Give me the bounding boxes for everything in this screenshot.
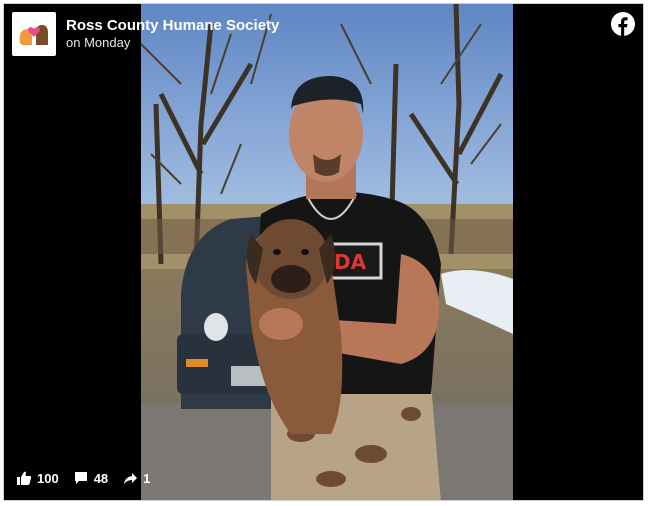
photo-illustration: RA DA (141, 4, 513, 500)
facebook-logo-icon[interactable] (611, 12, 635, 36)
share-arrow-icon (124, 473, 138, 484)
post-header: Ross County Humane Society on Monday (12, 12, 279, 56)
shares-stat[interactable]: 1 (122, 470, 150, 486)
page-name[interactable]: Ross County Humane Society (66, 17, 279, 35)
comment-icon (74, 472, 87, 484)
comments-count: 48 (93, 470, 109, 486)
shares-count: 1 (143, 470, 151, 486)
post-stats: 100 48 1 (16, 470, 164, 486)
likes-count: 100 (37, 470, 59, 486)
thumbs-up-icon (17, 471, 32, 485)
likes-stat[interactable]: 100 (16, 470, 59, 486)
post-timestamp[interactable]: on Monday (66, 35, 279, 51)
page-avatar[interactable] (12, 12, 56, 56)
comments-stat[interactable]: 48 (73, 470, 108, 486)
facebook-f-icon (611, 12, 635, 36)
facebook-post-embed: RA DA (3, 3, 644, 501)
humane-society-logo-icon (19, 25, 48, 45)
post-photo[interactable]: RA DA (141, 4, 513, 500)
shirt-logo-text: DA (334, 250, 367, 274)
